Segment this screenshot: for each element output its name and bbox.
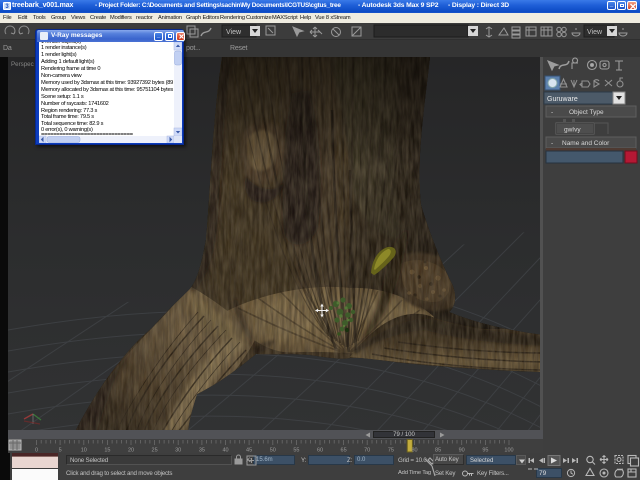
svg-text:gwIvy: gwIvy: [564, 127, 581, 134]
svg-text:Object Type: Object Type: [569, 109, 604, 116]
svg-text:View: View: [226, 29, 242, 36]
svg-text:-: -: [551, 140, 553, 147]
svg-text:View: View: [587, 29, 603, 36]
svg-text:Guruware: Guruware: [547, 96, 578, 103]
svg-text:-: -: [551, 109, 553, 116]
svg-text:Perspec: Perspec: [11, 61, 34, 68]
svg-text:Name and Color: Name and Color: [562, 140, 610, 147]
